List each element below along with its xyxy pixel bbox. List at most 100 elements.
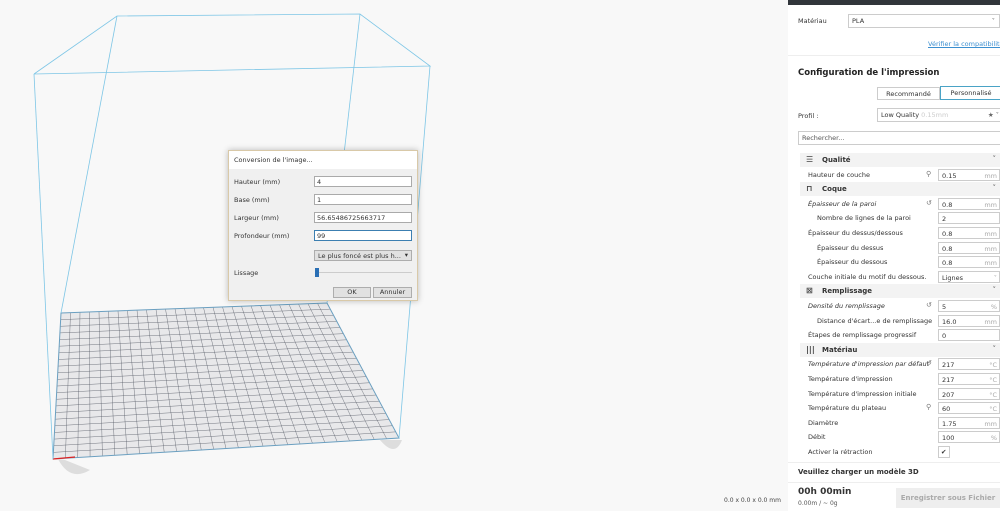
setting-input[interactable]: 2	[938, 212, 1000, 225]
material-select[interactable]: PLA ˅	[848, 14, 1000, 28]
dialog-title: Conversion de l'image...	[229, 151, 417, 169]
setting-label: Hauteur de couche	[808, 170, 870, 179]
config-title: Configuration de l'impression	[798, 68, 940, 78]
build-plate-grid	[53, 303, 399, 459]
setting-label: Température d'impression	[808, 375, 893, 383]
category-label: Matériau	[822, 345, 858, 354]
setting-input[interactable]: 217 °C	[938, 358, 1000, 371]
setting-value: 0.15	[942, 171, 957, 180]
setting-input[interactable]: 5%	[938, 300, 1000, 312]
setting-input[interactable]: 100%	[938, 431, 1000, 444]
setting-input[interactable]: 0.15 mm	[938, 168, 1000, 181]
setting-value: 2	[942, 215, 947, 224]
setting-input[interactable]: 0.8 mm	[938, 227, 1000, 239]
height-input[interactable]: 4	[314, 176, 412, 187]
ok-button[interactable]: OK	[333, 287, 371, 298]
reset-icon[interactable]: ↺	[926, 199, 932, 207]
setting-value: 0.8	[942, 230, 953, 238]
top-bar	[788, 0, 1000, 5]
setting-input[interactable]: 0	[938, 329, 1000, 342]
category-coque[interactable]: ⊓ Coque ˅	[800, 182, 1000, 197]
profile-hint: 0.15mm	[921, 111, 949, 119]
setting-input[interactable]: 1.75 mm	[938, 416, 1000, 429]
setting-checkbox[interactable]: ✔	[938, 446, 950, 458]
category-remplissage[interactable]: ⊠ Remplissage ˅	[800, 284, 1000, 299]
setting-row: Température d'impression 217 °C	[788, 372, 1000, 386]
reset-icon[interactable]: ↺	[926, 301, 932, 309]
material-value: PLA	[852, 17, 865, 25]
shell-icon: ⊓	[806, 184, 813, 194]
setting-row: Température d'impression initiale 207 °C	[788, 387, 1000, 401]
chevron-down-icon: ˅	[992, 286, 997, 295]
setting-row: Hauteur de couche ⚲ 0.15 mm	[788, 168, 1000, 182]
setting-input[interactable]: 0.8 mm	[938, 197, 1000, 210]
image-conversion-dialog: Conversion de l'image... Hauteur (mm) 4 …	[228, 150, 418, 301]
setting-label: Épaisseur du dessus	[817, 243, 884, 252]
star-icon[interactable]: ★ ˅	[988, 111, 999, 119]
tab-recommended[interactable]: Recommandé	[877, 87, 940, 100]
tab-custom[interactable]: Personnalisé	[940, 86, 1000, 100]
setting-input[interactable]: 0.8 mm	[938, 241, 1000, 254]
plate-clip-right	[380, 440, 402, 449]
setting-unit: °C	[989, 361, 997, 370]
depth-input[interactable]: 99	[314, 230, 412, 241]
setting-row: Température du plateau ⚲ 60 °C	[788, 401, 1000, 415]
chevron-down-icon: ˅	[991, 17, 995, 25]
quality-icon: ☰	[806, 155, 814, 164]
setting-row: Densité du remplissage ↺ 5%	[788, 299, 1000, 313]
setting-label: Nombre de lignes de la paroi	[817, 214, 911, 223]
setting-label: Température d'impression par défaut	[808, 360, 930, 369]
smoothing-slider-handle[interactable]	[315, 268, 319, 277]
setting-label: Couche initiale du motif du dessous.	[808, 272, 927, 281]
setting-value: 207	[942, 390, 955, 399]
setting-input[interactable]: 0.8 mm	[938, 256, 1000, 269]
setting-value: 0.8	[942, 200, 953, 209]
depth-label: Profondeur (mm)	[234, 232, 290, 240]
setting-unit: %	[990, 434, 997, 443]
setting-value: 217	[942, 376, 955, 384]
search-input[interactable]: Rechercher...	[798, 131, 1000, 145]
base-input[interactable]: 1	[314, 194, 412, 205]
chevron-down-icon: ˅	[992, 344, 997, 353]
smoothing-slider-track[interactable]	[316, 272, 412, 273]
print-summary: Veuillez charger un modèle 3D 00h 00min …	[788, 462, 1000, 511]
setting-input[interactable]: 16.0 mm	[938, 314, 1000, 327]
dropdown-arrow-icon: ▾	[404, 251, 408, 259]
setting-unit: mm	[984, 317, 997, 326]
reset-icon[interactable]: ↺	[926, 359, 932, 367]
setting-select[interactable]: Lignes ˅	[938, 270, 1000, 283]
setting-input[interactable]: 217 °C	[938, 373, 1000, 385]
setting-unit: mm	[984, 244, 997, 253]
load-model-message: Veuillez charger un modèle 3D	[798, 468, 919, 476]
setting-unit: %	[990, 303, 997, 311]
setting-row: Nombre de lignes de la paroi 2	[788, 211, 1000, 225]
category-qualité[interactable]: ☰ Qualité ˅	[800, 153, 1000, 167]
setting-unit: °C	[989, 390, 997, 399]
setting-value: 0	[942, 332, 947, 341]
category-matériau[interactable]: ||| Matériau ˅	[800, 342, 1000, 357]
setting-row: Distance d'écart...e de remplissage 16.0 m…	[788, 314, 1000, 328]
save-to-file-button[interactable]: Enregistrer sous Fichier	[896, 488, 1000, 508]
setting-input[interactable]: 60 °C	[938, 402, 1000, 415]
cancel-button[interactable]: Annuler	[373, 287, 412, 298]
setting-label: Épaisseur du dessus/dessous	[808, 229, 903, 237]
divider	[788, 482, 1000, 483]
setting-label: Diamètre	[808, 418, 839, 427]
profile-select[interactable]: Low Quality 0.15mm ★ ˅	[877, 108, 1000, 122]
setting-value: ✔	[941, 448, 947, 456]
link-icon[interactable]: ⚲	[926, 170, 931, 178]
divider	[788, 55, 1000, 56]
setting-input[interactable]: 207 °C	[938, 387, 1000, 400]
setting-row: Épaisseur du dessus 0.8 mm	[788, 241, 1000, 255]
link-icon[interactable]: ⚲	[926, 403, 931, 411]
setting-label: Température du plateau	[808, 404, 887, 413]
3d-viewport[interactable]: 0.0 x 0.0 x 0.0 mm Conversion de l'image…	[0, 0, 788, 511]
plate-clip-left	[58, 459, 90, 475]
category-label: Coque	[822, 185, 847, 194]
width-input[interactable]: 56.65486725663717	[314, 212, 412, 223]
darkness-mode-select[interactable]: Le plus foncé est plus h... ▾	[314, 250, 412, 261]
smoothing-label: Lissage	[234, 269, 259, 277]
compatibility-link[interactable]: Vérifier la compatibilité	[928, 40, 1000, 48]
setting-row: Débit 100%	[788, 430, 1000, 444]
infill-icon: ⊠	[806, 286, 813, 296]
